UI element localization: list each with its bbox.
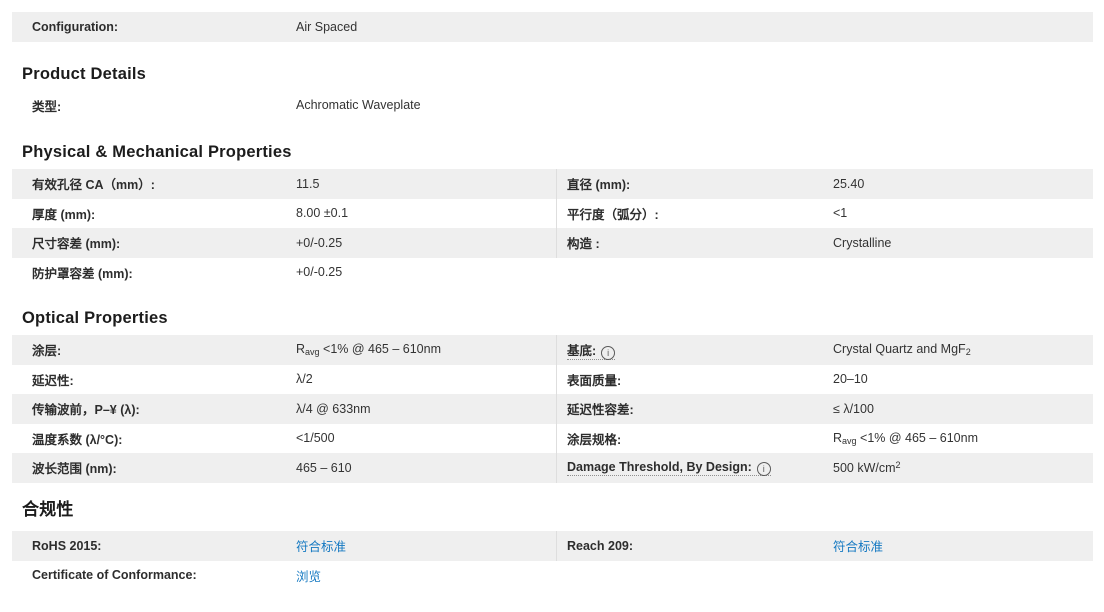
spec-row-transmitted-wavefront: 传输波前，P–¥ (λ): λ/4 @ 633nm: [12, 394, 556, 424]
spec-row-parallelism: 平行度（弧分）: <1: [557, 199, 1093, 229]
spec-value: Achromatic Waveplate: [296, 98, 421, 112]
spec-value: 符合标准: [296, 536, 346, 555]
spec-row-retardance-tolerance: 延迟性容差: ≤ λ/100: [557, 394, 1093, 424]
spec-value: λ/2: [296, 372, 313, 387]
spec-row-coating: 涂层: Ravg <1% @ 465 – 610nm: [12, 335, 556, 365]
spec-row-surface-quality: 表面质量: 20–10: [557, 365, 1093, 395]
spec-value: Ravg <1% @ 465 – 610nm: [296, 342, 441, 358]
damage-threshold-tooltip-trigger[interactable]: Damage Threshold, By Design: i: [567, 459, 771, 476]
compliance-right-column: Reach 209: 符合标准: [556, 531, 1093, 561]
physical-properties-table: 有效孔径 CA（mm）: 11.5 厚度 (mm): 8.00 ±0.1 尺寸容…: [12, 169, 1093, 287]
spec-value: Crystal Quartz and MgF2: [833, 342, 971, 358]
spec-label: 类型:: [32, 99, 62, 114]
spec-value: 25.40: [833, 176, 865, 191]
spec-row-rohs: RoHS 2015: 符合标准: [12, 531, 556, 561]
spec-value: <1: [833, 206, 848, 221]
spec-row-temperature-coefficient: 温度系数 (λ/°C): <1/500: [12, 424, 556, 454]
spec-row-coating-specification: 涂层规格: Ravg <1% @ 465 – 610nm: [557, 424, 1093, 454]
spec-row-damage-threshold: Damage Threshold, By Design: i 500 kW/cm2: [557, 453, 1093, 483]
spec-value: <1/500: [296, 431, 335, 446]
reach-compliant-link[interactable]: 符合标准: [833, 540, 883, 554]
spec-row-reach: Reach 209: 符合标准: [557, 531, 1093, 561]
spec-row-dimensional-tolerance: 尺寸容差 (mm): +0/-0.25: [12, 228, 556, 258]
spec-label: 延迟性容差:: [567, 403, 634, 418]
spec-value: 符合标准: [833, 536, 883, 555]
spec-row-housing-tolerance: 防护罩容差 (mm): +0/-0.25: [12, 258, 556, 288]
optical-properties-table: 涂层: Ravg <1% @ 465 – 610nm 延迟性: λ/2 传输波前…: [12, 335, 1093, 483]
spec-row-thickness: 厚度 (mm): 8.00 ±0.1: [12, 199, 556, 229]
spec-value: +0/-0.25: [296, 235, 343, 250]
spec-label: 直径 (mm):: [567, 178, 631, 193]
spec-label: 平行度（弧分）:: [567, 207, 659, 222]
spec-row-diameter: 直径 (mm): 25.40: [557, 169, 1093, 199]
spec-value: 465 – 610: [296, 460, 352, 475]
spec-value: ≤ λ/100: [833, 401, 874, 416]
type-row: 类型: Achromatic Waveplate: [12, 90, 1093, 120]
optical-left-column: 涂层: Ravg <1% @ 465 – 610nm 延迟性: λ/2 传输波前…: [12, 335, 556, 483]
spec-label: 传输波前，P–¥ (λ):: [32, 403, 140, 418]
spec-value: 11.5: [296, 176, 320, 191]
spec-label: 基底: i: [557, 340, 833, 360]
spec-value: 浏览: [296, 566, 321, 585]
substrate-tooltip-trigger[interactable]: 基底: i: [567, 343, 616, 360]
spec-value: Air Spaced: [296, 20, 358, 34]
spec-label: 波长范围 (nm):: [32, 462, 117, 477]
optical-right-column: 基底: i Crystal Quartz and MgF2 表面质量: 20–10…: [556, 335, 1093, 483]
spec-value: 500 kW/cm2: [833, 460, 901, 476]
compliance-left-column: RoHS 2015: 符合标准 Certificate of Conforman…: [12, 531, 556, 590]
spec-row-substrate: 基底: i Crystal Quartz and MgF2: [557, 335, 1093, 365]
compliance-table: RoHS 2015: 符合标准 Certificate of Conforman…: [12, 531, 1093, 590]
spec-label: Reach 209:: [567, 538, 634, 553]
spec-label: Certificate of Conformance:: [32, 568, 197, 583]
info-icon[interactable]: i: [756, 461, 771, 476]
spec-label: 延迟性:: [32, 373, 74, 388]
info-icon[interactable]: i: [601, 345, 616, 360]
spec-row-wavelength-range: 波长范围 (nm): 465 – 610: [12, 453, 556, 483]
physical-right-column: 直径 (mm): 25.40 平行度（弧分）: <1 构造 : Crystall…: [556, 169, 1093, 258]
spec-label: RoHS 2015:: [32, 538, 102, 553]
optical-properties-heading: Optical Properties: [22, 309, 168, 327]
spec-row-retardance: 延迟性: λ/2: [12, 365, 556, 395]
spec-label: 有效孔径 CA（mm）:: [32, 178, 155, 193]
spec-row-construction: 构造 : Crystalline: [557, 228, 1093, 258]
configuration-row: Configuration: Air Spaced: [12, 12, 1093, 42]
spec-value: Ravg <1% @ 465 – 610nm: [833, 430, 978, 446]
spec-label: 厚度 (mm):: [32, 207, 96, 222]
rohs-compliant-link[interactable]: 符合标准: [296, 540, 346, 554]
spec-label: 涂层规格:: [567, 432, 622, 447]
spec-label: 温度系数 (λ/°C):: [32, 432, 123, 447]
spec-value: 20–10: [833, 372, 868, 387]
spec-label: 尺寸容差 (mm):: [32, 237, 121, 252]
physical-left-column: 有效孔径 CA（mm）: 11.5 厚度 (mm): 8.00 ±0.1 尺寸容…: [12, 169, 556, 287]
spec-value: Crystalline: [833, 235, 892, 250]
spec-label: Configuration:: [32, 20, 119, 34]
spec-value: +0/-0.25: [296, 265, 343, 280]
compliance-heading: 合规性: [22, 500, 74, 519]
spec-label: Damage Threshold, By Design: i: [557, 459, 833, 476]
spec-value: 8.00 ±0.1: [296, 206, 349, 221]
spec-label: 表面质量:: [567, 373, 622, 388]
product-details-heading: Product Details: [22, 65, 147, 83]
spec-label: 涂层:: [32, 344, 62, 359]
spec-row-clear-aperture: 有效孔径 CA（mm）: 11.5: [12, 169, 556, 199]
spec-row-certificate-of-conformance: Certificate of Conformance: 浏览: [12, 561, 556, 591]
certificate-view-link[interactable]: 浏览: [296, 570, 321, 584]
spec-label: 构造 :: [567, 237, 600, 252]
physical-properties-heading: Physical & Mechanical Properties: [22, 143, 292, 161]
spec-value: λ/4 @ 633nm: [296, 401, 371, 416]
spec-label: 防护罩容差 (mm):: [32, 266, 133, 281]
